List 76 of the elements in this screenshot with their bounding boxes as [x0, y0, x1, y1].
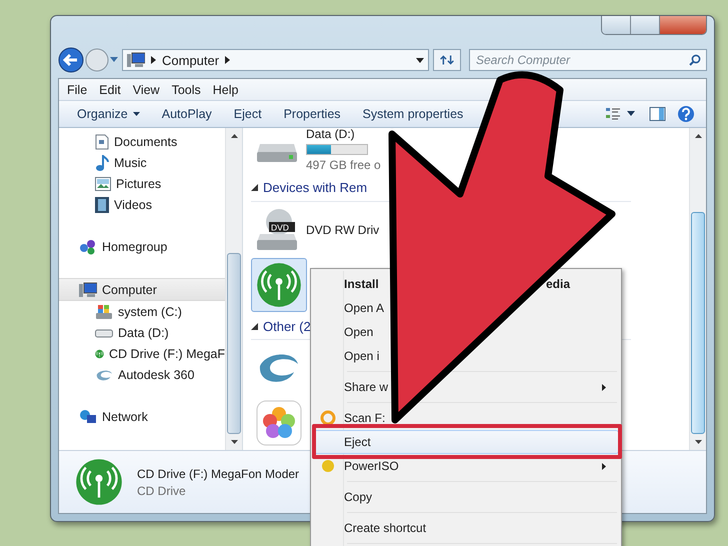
windows-drive-icon: [95, 304, 113, 320]
signal-tower-icon: [75, 458, 123, 506]
network-icon: [79, 408, 97, 424]
menu-item[interactable]: View: [126, 82, 166, 96]
menu-item[interactable]: Open i: [344, 349, 380, 363]
nav-item[interactable]: Pictures: [59, 173, 225, 194]
scroll-up-icon[interactable]: [230, 134, 238, 138]
scroll-up-icon[interactable]: [694, 134, 702, 138]
menu-item[interactable]: Edit: [93, 82, 127, 96]
computer-icon: [127, 52, 145, 68]
selected-item-type: CD Drive: [137, 484, 187, 498]
document-icon: [95, 134, 109, 150]
refresh-button[interactable]: [433, 49, 461, 71]
back-button[interactable]: [58, 47, 84, 73]
view-options-icon[interactable]: [606, 107, 622, 121]
nav-item[interactable]: CD Drive (F:) MegaF: [59, 343, 225, 364]
signal-tower-icon: [256, 262, 302, 308]
menu-item[interactable]: Create shortcut: [344, 521, 426, 535]
nav-item[interactable]: Network: [59, 406, 225, 427]
expanded-triangle-icon[interactable]: [251, 184, 258, 192]
address-bar[interactable]: Computer: [122, 49, 429, 71]
scroll-thumb[interactable]: [691, 212, 705, 434]
swirl-icon: [95, 368, 113, 380]
computer-icon: [79, 282, 97, 298]
nav-item[interactable]: system (C:): [59, 301, 225, 322]
menu-item-text: edia: [546, 277, 570, 291]
menu-item[interactable]: Help: [206, 82, 244, 96]
chevron-icon: [225, 56, 230, 64]
menu-item[interactable]: Tools: [166, 82, 207, 96]
menu-item[interactable]: PowerISO: [344, 459, 399, 473]
menu-item[interactable]: Eject: [313, 430, 619, 454]
menu-item[interactable]: Share w: [344, 380, 388, 394]
toolbar-button[interactable]: Organize: [67, 104, 150, 124]
search-field[interactable]: Search Computer: [469, 49, 707, 71]
menu-item[interactable]: Open: [344, 325, 374, 339]
nav-item[interactable]: Autodesk 360: [59, 364, 225, 385]
disc-icon: [320, 458, 336, 474]
ring-icon: [320, 410, 336, 426]
menu-item[interactable]: File: [61, 82, 94, 96]
drive-tile[interactable]: DVD DVD RW Driv: [251, 204, 380, 256]
hard-drive-icon: [95, 328, 113, 338]
scroll-down-icon[interactable]: [230, 440, 238, 444]
homegroup-icon: [79, 238, 97, 254]
menu-item[interactable]: Copy: [344, 490, 372, 504]
menu-item[interactable]: Install: [344, 277, 379, 291]
flower-icon: [256, 400, 302, 446]
music-note-icon: [95, 154, 109, 170]
nav-item[interactable]: Videos: [59, 194, 225, 215]
scroll-down-icon[interactable]: [694, 440, 702, 444]
picture-icon: [95, 176, 111, 190]
dropdown-caret-icon[interactable]: [416, 58, 424, 62]
minimize-button[interactable]: [602, 16, 631, 34]
drive-tile[interactable]: [251, 258, 307, 312]
menu-item[interactable]: Scan F:: [344, 411, 386, 425]
nav-item[interactable]: Homegroup: [59, 236, 225, 257]
chevron-icon: [151, 56, 156, 64]
group-heading: Other (2: [263, 318, 311, 334]
expanded-triangle-icon[interactable]: [251, 322, 258, 330]
toolbar-button[interactable]: Properties: [274, 104, 351, 124]
menu-item[interactable]: Open A: [344, 301, 384, 315]
toolbar-button[interactable]: Eject: [224, 104, 272, 124]
film-icon: [95, 196, 109, 212]
maximize-button[interactable]: [631, 16, 660, 34]
nav-item[interactable]: Computer: [59, 278, 225, 301]
scroll-thumb[interactable]: [227, 253, 241, 434]
group-heading: Devices with Rem: [263, 180, 368, 196]
toolbar-button[interactable]: System properties: [352, 104, 474, 124]
caret-icon[interactable]: [624, 111, 638, 117]
search-icon: [689, 54, 701, 66]
toolbar-button[interactable]: AutoPlay: [152, 104, 222, 124]
nav-item[interactable]: Documents: [59, 131, 225, 152]
drive-tile[interactable]: Data (D:) 497 GB free o: [251, 128, 382, 173]
nav-item[interactable]: Data (D:): [59, 322, 225, 343]
nav-item[interactable]: Music: [59, 152, 225, 173]
selected-item-name: CD Drive (F:) MegaFon Moder: [137, 466, 300, 480]
caret-icon: [132, 112, 140, 116]
